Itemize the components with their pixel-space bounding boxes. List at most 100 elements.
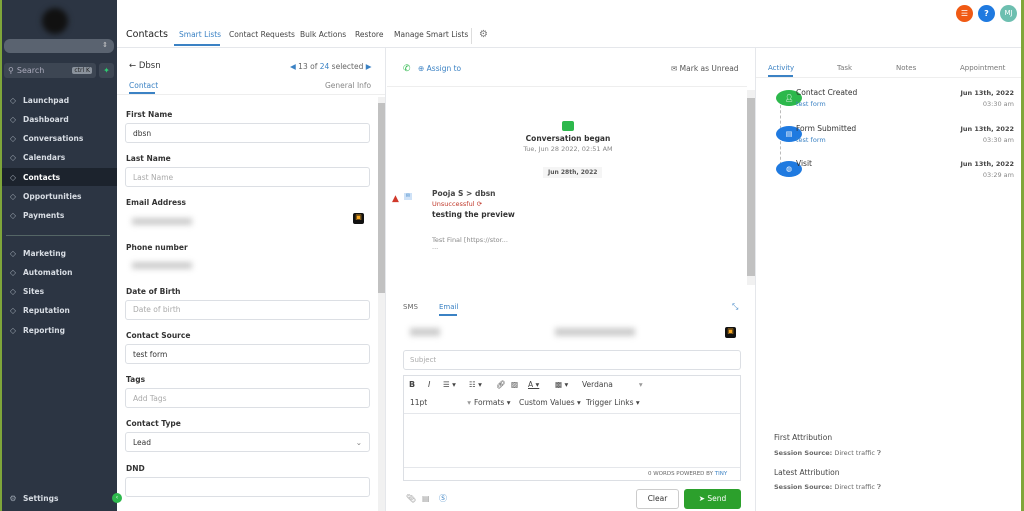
apps-icon[interactable]: ☰ xyxy=(956,5,973,22)
background-color-icon[interactable]: ▩ ▾ xyxy=(555,380,568,389)
sidebar-item-marketing[interactable]: ◇ Marketing xyxy=(2,244,117,262)
template-icon[interactable]: ▤ xyxy=(422,494,430,503)
link-icon[interactable]: 🔗︎ xyxy=(496,380,506,389)
active-tab-underline xyxy=(174,44,220,46)
tab-bulk-actions[interactable]: Bulk Actions xyxy=(300,30,346,39)
field-label: Phone number xyxy=(126,242,188,252)
image-icon[interactable]: ▨ xyxy=(511,380,518,389)
quick-add-button[interactable]: ✦ xyxy=(99,63,114,78)
help-icon[interactable]: ❓︎ xyxy=(877,449,881,457)
dnd-input[interactable] xyxy=(125,476,370,497)
clear-button[interactable]: Clear xyxy=(636,489,679,509)
activity-time: 03:30 am xyxy=(982,135,1014,144)
assign-to-button[interactable]: ⊕ Assign to xyxy=(418,64,461,73)
email-editor[interactable] xyxy=(403,375,741,481)
phone-number-input[interactable] xyxy=(125,256,370,276)
activity-source[interactable]: test form xyxy=(796,100,826,108)
sidebar-item-reputation[interactable]: ◇ Reputation xyxy=(2,302,117,320)
sidebar-item-contacts[interactable]: ◇ Contacts xyxy=(2,168,117,187)
first-name-input[interactable]: dbsn xyxy=(125,123,370,143)
last-name-input[interactable]: Last Name xyxy=(125,167,370,188)
font-select[interactable]: Verdana ▾ xyxy=(582,380,643,389)
collapse-icon[interactable]: ⤡ xyxy=(732,302,738,312)
message-status[interactable]: Unsuccessful ⟳ xyxy=(432,200,482,208)
tab-task[interactable]: Task xyxy=(837,64,852,72)
sidebar-item-reporting[interactable]: ◇ Reporting xyxy=(2,321,117,339)
bullet-list-icon[interactable]: ☰ ▾ xyxy=(443,380,456,389)
expand-message[interactable]: ... xyxy=(432,243,438,251)
italic-button[interactable]: I xyxy=(428,380,430,389)
activity-source[interactable]: test form xyxy=(796,136,826,144)
tab-manage-smart-lists[interactable]: Manage Smart Lists xyxy=(394,30,468,39)
to-field[interactable] xyxy=(555,328,635,336)
numbered-list-icon[interactable]: ☷ ▾ xyxy=(469,380,482,389)
sidebar-item-calendars[interactable]: ◇ Calendars xyxy=(2,149,117,167)
tab-contact-requests[interactable]: Contact Requests xyxy=(229,30,295,39)
account-switcher[interactable]: ⇕ xyxy=(4,39,114,53)
field-label: Tags xyxy=(126,375,146,385)
sidebar-item-dashboard[interactable]: ◇ Dashboard xyxy=(2,110,117,128)
tab-notes[interactable]: Notes xyxy=(896,64,916,72)
divider xyxy=(755,48,756,511)
sidebar-item-settings[interactable]: ⚙ Settings xyxy=(2,489,117,507)
field-label: First Name xyxy=(126,110,173,119)
tab-contact[interactable]: Contact xyxy=(129,81,158,90)
gear-icon[interactable]: ⚙ xyxy=(479,29,488,40)
email-address-input[interactable] xyxy=(125,211,370,231)
sidebar-item-payments[interactable]: ◇ Payments xyxy=(2,207,117,225)
sidebar-item-launchpad[interactable]: ◇ Launchpad xyxy=(2,91,117,109)
warning-icon: ▲ xyxy=(392,194,399,204)
from-field[interactable] xyxy=(410,328,440,336)
payment-icon: ◇ xyxy=(9,211,17,221)
tab-restore[interactable]: Restore xyxy=(355,30,383,39)
help-icon[interactable]: ? xyxy=(978,5,995,22)
font-size-select[interactable]: 11pt ▾ xyxy=(410,398,471,407)
chat-icon: ◇ xyxy=(9,134,17,144)
funnel-icon: ◇ xyxy=(9,192,17,201)
message-body[interactable]: Test Final [https://stor... xyxy=(432,236,508,244)
trigger-links-select[interactable]: Trigger Links ▾ xyxy=(586,398,640,407)
subject-input[interactable]: Subject xyxy=(403,350,741,370)
send-button[interactable]: ➤ Send xyxy=(684,489,741,509)
tags-input[interactable]: Add Tags xyxy=(125,388,370,409)
extension-icon[interactable]: ▣ xyxy=(353,213,364,224)
sidebar-item-opportunities[interactable]: ◇ Opportunities xyxy=(2,188,117,206)
text-color-icon[interactable]: A ▾ xyxy=(528,380,539,389)
sidebar-item-sites[interactable]: ◇ Sites xyxy=(2,283,117,301)
tab-general-info[interactable]: General Info xyxy=(325,81,371,90)
mark-unread-button[interactable]: ✉ Mark as Unread xyxy=(671,64,739,73)
collapse-sidebar-button[interactable]: ‹ xyxy=(112,493,122,503)
date-of-birth-input[interactable]: Date of birth xyxy=(125,299,370,320)
payment-icon[interactable]: Ⓢ xyxy=(439,493,447,504)
tab-smart-lists[interactable]: Smart Lists xyxy=(179,30,221,39)
custom-values-select[interactable]: Custom Values ▾ xyxy=(519,398,581,407)
chat-icon xyxy=(562,121,574,131)
scrollbar[interactable] xyxy=(378,97,385,511)
activity-time: 03:30 am xyxy=(982,100,1014,108)
scrollbar[interactable] xyxy=(747,90,755,285)
sidebar-item-conversations[interactable]: ◇ Conversations xyxy=(2,130,117,148)
help-icon[interactable]: ❓︎ xyxy=(877,483,881,491)
avatar[interactable]: MJ xyxy=(1000,5,1017,22)
contact-source-input[interactable]: test form xyxy=(125,344,370,364)
search-input[interactable]: ⚲ Search ctrl K xyxy=(4,63,96,78)
tab-email[interactable]: Email xyxy=(439,303,458,311)
back-button[interactable]: ← Dbsn xyxy=(129,61,161,71)
field-label: Last Name xyxy=(126,154,171,164)
message-sender: Pooja S > dbsn xyxy=(432,189,496,198)
tab-activity[interactable]: Activity xyxy=(768,64,794,72)
send-icon: ◇ xyxy=(9,248,17,258)
tab-sms[interactable]: SMS xyxy=(403,303,418,311)
contact-type-input[interactable]: Lead ⌄ xyxy=(125,432,370,453)
attachment-icon[interactable]: 📎︎ xyxy=(406,494,416,503)
tab-appointment[interactable]: Appointment xyxy=(960,64,1005,72)
sidebar-item-automation[interactable]: ◇ Automation xyxy=(2,263,117,281)
extension-icon[interactable]: ▣ xyxy=(725,327,736,338)
formats-select[interactable]: Formats ▾ xyxy=(474,398,511,407)
prev-icon[interactable]: ◀ xyxy=(290,62,296,71)
phone-icon[interactable]: ✆ xyxy=(403,64,411,74)
next-icon[interactable]: ▶ xyxy=(366,62,372,71)
divider xyxy=(6,235,110,236)
chart-icon: ◇ xyxy=(9,325,17,335)
bold-button[interactable]: B xyxy=(409,380,415,389)
